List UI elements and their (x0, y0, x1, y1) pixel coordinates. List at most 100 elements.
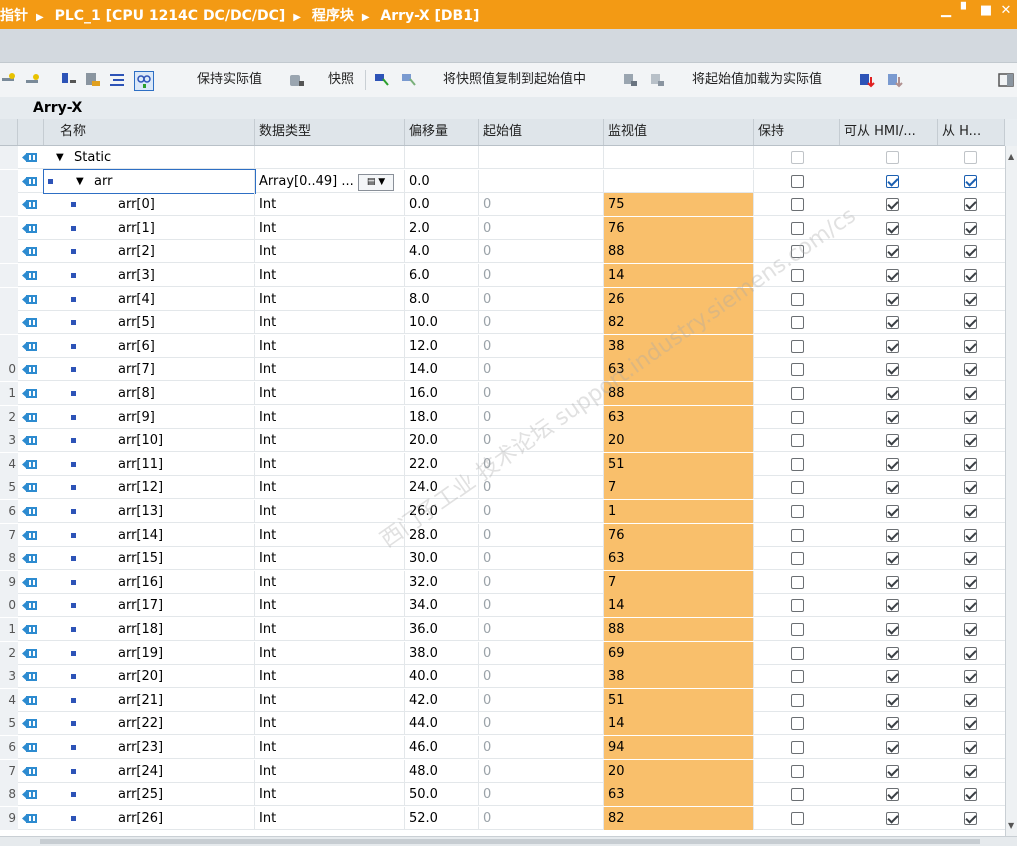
hmi-visible-checkbox[interactable] (964, 175, 977, 188)
start-value-cell[interactable]: 0 (479, 193, 604, 216)
start-value-cell[interactable]: 0 (479, 476, 604, 499)
datatype-cell[interactable]: Int (255, 311, 405, 334)
hmi-visible-checkbox[interactable] (964, 765, 977, 778)
header-hmi-access[interactable]: 可从 HMI/... (840, 119, 938, 145)
name-cell[interactable]: arr[18] (44, 618, 255, 641)
table-row[interactable]: 1 arr[18] Int 36.0 0 88 (0, 618, 1005, 641)
start-value-cell[interactable]: 0 (479, 217, 604, 240)
retain-checkbox[interactable] (791, 245, 804, 258)
retain-checkbox[interactable] (791, 670, 804, 683)
start-value-cell[interactable]: 0 (479, 429, 604, 452)
hmi-visible-checkbox[interactable] (964, 670, 977, 683)
hmi-access-checkbox[interactable] (886, 198, 899, 211)
float-icon[interactable]: ▘ (959, 4, 973, 18)
hmi-visible-checkbox[interactable] (964, 576, 977, 589)
header-retain[interactable]: 保持 (754, 119, 840, 145)
retain-checkbox[interactable] (791, 387, 804, 400)
retain-checkbox[interactable] (791, 269, 804, 282)
retain-checkbox[interactable] (791, 363, 804, 376)
hmi-visible-checkbox[interactable] (964, 741, 977, 754)
datatype-cell[interactable]: Int (255, 476, 405, 499)
table-row[interactable]: 3 arr[20] Int 40.0 0 38 (0, 665, 1005, 688)
name-cell[interactable]: arr[10] (44, 429, 255, 452)
load-start-icon[interactable] (622, 71, 640, 89)
hmi-access-checkbox[interactable] (886, 765, 899, 778)
hmi-access-checkbox[interactable] (886, 269, 899, 282)
copy-snapshot-icon[interactable] (373, 71, 391, 89)
name-cell[interactable]: arr[16] (44, 571, 255, 594)
start-value-cell[interactable]: 0 (479, 807, 604, 830)
hmi-access-checkbox[interactable] (886, 245, 899, 258)
table-row[interactable]: 3 arr[10] Int 20.0 0 20 (0, 429, 1005, 452)
keep-actual-button[interactable]: 保持实际值 (197, 71, 262, 89)
table-row[interactable]: arr[3] Int 6.0 0 14 (0, 264, 1005, 287)
datatype-cell[interactable]: Int (255, 429, 405, 452)
start-value-cell[interactable]: 0 (479, 453, 604, 476)
retain-checkbox[interactable] (791, 293, 804, 306)
datatype-cell[interactable]: Int (255, 547, 405, 570)
datatype-cell[interactable]: Int (255, 760, 405, 783)
datatype-cell[interactable]: Int (255, 193, 405, 216)
start-value-cell[interactable]: 0 (479, 240, 604, 263)
retain-checkbox[interactable] (791, 623, 804, 636)
start-value-cell[interactable] (479, 146, 604, 169)
header-monitor[interactable]: 监视值 (604, 119, 754, 145)
retain-checkbox[interactable] (791, 788, 804, 801)
start-value-cell[interactable]: 0 (479, 642, 604, 665)
name-cell[interactable]: arr[21] (44, 689, 255, 712)
retain-checkbox[interactable] (791, 316, 804, 329)
hmi-access-checkbox[interactable] (886, 788, 899, 801)
datatype-cell[interactable]: Int (255, 240, 405, 263)
table-row[interactable]: arr[4] Int 8.0 0 26 (0, 288, 1005, 311)
load-start-selected-icon[interactable] (649, 71, 667, 89)
start-value-cell[interactable]: 0 (479, 382, 604, 405)
breadcrumb-item[interactable]: 程序块 (312, 8, 354, 24)
retain-checkbox[interactable] (791, 599, 804, 612)
name-cell[interactable]: arr[19] (44, 642, 255, 665)
retain-checkbox[interactable] (791, 340, 804, 353)
hmi-access-checkbox[interactable] (886, 529, 899, 542)
retain-checkbox[interactable] (791, 812, 804, 825)
hmi-access-checkbox[interactable] (886, 741, 899, 754)
hmi-access-checkbox[interactable] (886, 434, 899, 447)
datatype-cell[interactable]: Int (255, 358, 405, 381)
scroll-up-icon[interactable]: ▲ (1008, 152, 1014, 161)
hmi-access-checkbox[interactable] (886, 694, 899, 707)
load-actual-selected-icon[interactable] (886, 71, 904, 89)
table-row[interactable]: 1 arr[8] Int 16.0 0 88 (0, 382, 1005, 405)
start-value-cell[interactable]: 0 (479, 571, 604, 594)
expand-all-icon[interactable] (60, 71, 78, 89)
header-start[interactable]: 起始值 (479, 119, 604, 145)
copy-snapshot-to-start-button[interactable]: 将快照值复制到起始值中 (443, 71, 586, 89)
table-row[interactable]: 7 arr[24] Int 48.0 0 20 (0, 760, 1005, 783)
name-cell[interactable]: arr[25] (44, 783, 255, 806)
hmi-access-checkbox[interactable] (886, 340, 899, 353)
table-row[interactable]: 2 arr[19] Int 38.0 0 69 (0, 642, 1005, 665)
datatype-cell[interactable]: Int (255, 618, 405, 641)
hmi-access-checkbox[interactable] (886, 293, 899, 306)
retain-checkbox[interactable] (791, 175, 804, 188)
table-row[interactable]: Static ▼ (0, 146, 1005, 169)
hmi-access-checkbox[interactable] (886, 387, 899, 400)
table-row[interactable]: arr[5] Int 10.0 0 82 (0, 311, 1005, 334)
datatype-cell[interactable]: Int (255, 571, 405, 594)
hmi-visible-checkbox[interactable] (964, 599, 977, 612)
retain-checkbox[interactable] (791, 151, 804, 164)
datatype-cell[interactable]: Int (255, 524, 405, 547)
name-cell[interactable]: arr[14] (44, 524, 255, 547)
name-cell[interactable]: arr[12] (44, 476, 255, 499)
datatype-cell[interactable]: Int (255, 264, 405, 287)
start-value-cell[interactable]: 0 (479, 760, 604, 783)
name-cell[interactable]: arr[24] (44, 760, 255, 783)
table-row[interactable]: 0 arr[17] Int 34.0 0 14 (0, 594, 1005, 617)
hmi-visible-checkbox[interactable] (964, 788, 977, 801)
table-row[interactable]: 0 arr[7] Int 14.0 0 63 (0, 358, 1005, 381)
name-cell[interactable]: arr[5] (44, 311, 255, 334)
name-cell[interactable]: arr[26] (44, 807, 255, 830)
hmi-access-checkbox[interactable] (886, 505, 899, 518)
hmi-access-checkbox[interactable] (886, 552, 899, 565)
start-value-cell[interactable]: 0 (479, 783, 604, 806)
retain-checkbox[interactable] (791, 647, 804, 660)
table-row[interactable]: arr[1] Int 2.0 0 76 (0, 217, 1005, 240)
breadcrumb-item[interactable]: Arry-X [DB1] (380, 8, 479, 24)
